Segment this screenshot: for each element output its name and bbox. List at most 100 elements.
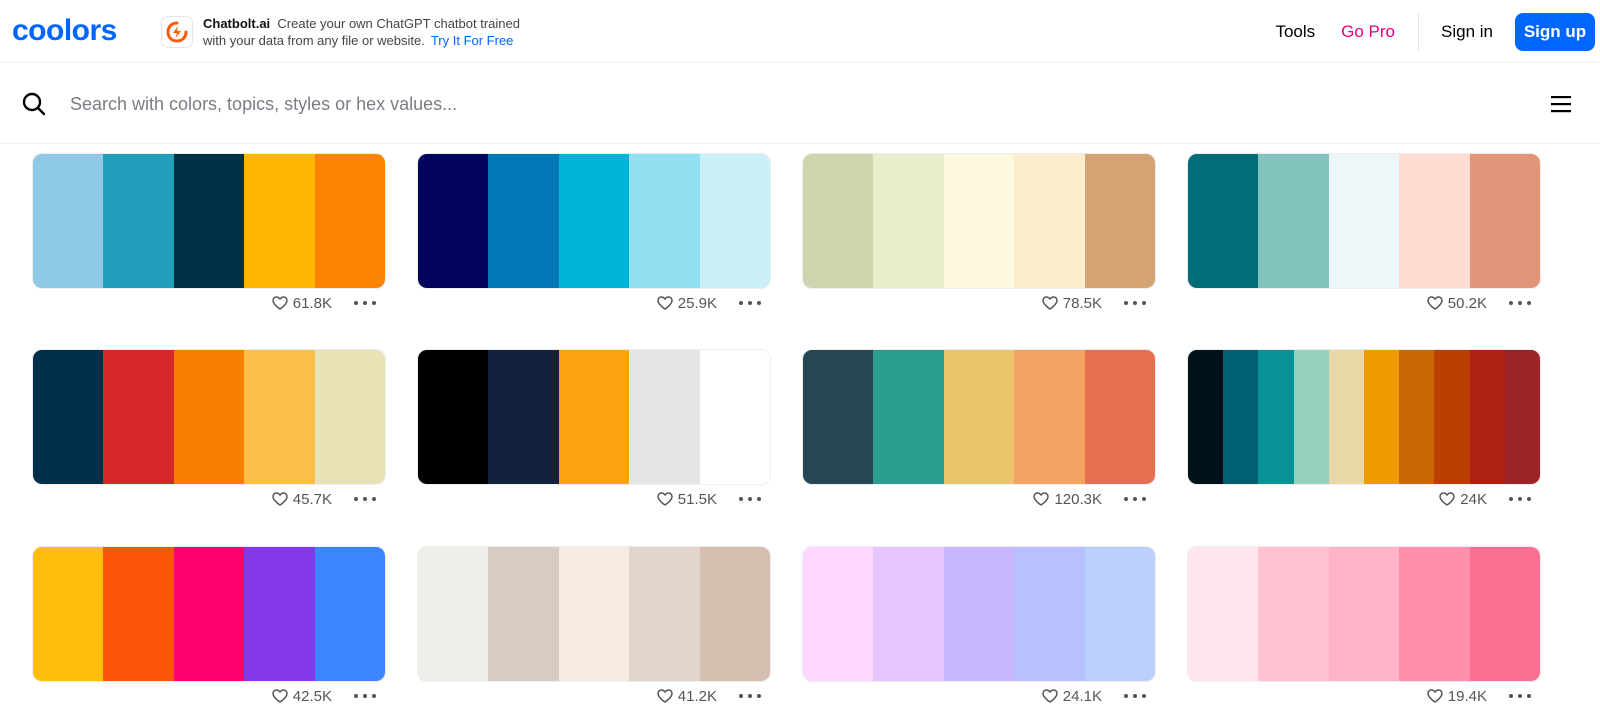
palette-swatch[interactable] xyxy=(488,547,559,681)
more-options-icon[interactable] xyxy=(739,293,761,313)
palette-swatch[interactable] xyxy=(173,154,245,288)
more-options-icon[interactable] xyxy=(354,293,376,313)
palette-swatch[interactable] xyxy=(1399,350,1435,484)
heart-icon[interactable] xyxy=(272,296,288,310)
palette-swatch[interactable] xyxy=(33,350,104,484)
palette-card[interactable] xyxy=(802,349,1156,485)
heart-icon[interactable] xyxy=(657,296,673,310)
palette-swatch[interactable] xyxy=(1188,547,1259,681)
palette-swatch[interactable] xyxy=(314,547,385,681)
palette-swatch[interactable] xyxy=(33,154,104,288)
palette-card[interactable] xyxy=(32,546,386,682)
palette-swatch[interactable] xyxy=(1364,350,1400,484)
palette-swatch[interactable] xyxy=(314,154,385,288)
more-options-icon[interactable] xyxy=(1124,489,1146,509)
more-options-icon[interactable] xyxy=(354,686,376,706)
palette-swatch[interactable] xyxy=(1293,350,1329,484)
heart-icon[interactable] xyxy=(657,689,673,703)
palette-card[interactable] xyxy=(1187,349,1541,485)
palette-swatch[interactable] xyxy=(1084,350,1155,484)
palette-swatch[interactable] xyxy=(1014,154,1085,288)
sign-in-link[interactable]: Sign in xyxy=(1441,22,1493,42)
palette-swatch[interactable] xyxy=(103,154,174,288)
search-input[interactable] xyxy=(70,90,970,118)
palette-swatch[interactable] xyxy=(1469,547,1540,681)
palette-card[interactable] xyxy=(32,153,386,289)
heart-icon[interactable] xyxy=(1427,689,1443,703)
palette-swatch[interactable] xyxy=(1084,547,1155,681)
heart-icon[interactable] xyxy=(1042,296,1058,310)
palette-swatch[interactable] xyxy=(418,350,489,484)
more-options-icon[interactable] xyxy=(739,489,761,509)
search-icon[interactable] xyxy=(22,92,46,121)
more-options-icon[interactable] xyxy=(1509,686,1531,706)
heart-icon[interactable] xyxy=(272,689,288,703)
palette-swatch[interactable] xyxy=(803,547,874,681)
palette-card[interactable] xyxy=(417,546,771,682)
heart-icon[interactable] xyxy=(657,492,673,506)
palette-card[interactable] xyxy=(1187,153,1541,289)
palette-swatch[interactable] xyxy=(244,547,315,681)
more-options-icon[interactable] xyxy=(1124,686,1146,706)
sign-up-button[interactable]: Sign up xyxy=(1515,12,1595,51)
palette-swatch[interactable] xyxy=(629,547,700,681)
palette-swatch[interactable] xyxy=(803,154,874,288)
palette-swatch[interactable] xyxy=(418,154,489,288)
palette-swatch[interactable] xyxy=(1328,350,1365,484)
palette-card[interactable] xyxy=(32,349,386,485)
heart-icon[interactable] xyxy=(1439,492,1456,506)
palette-swatch[interactable] xyxy=(1258,154,1329,288)
palette-swatch[interactable] xyxy=(1014,350,1085,484)
nav-tools[interactable]: Tools xyxy=(1275,22,1315,42)
hamburger-menu-icon[interactable] xyxy=(1550,94,1572,119)
palette-swatch[interactable] xyxy=(1223,350,1259,484)
palette-swatch[interactable] xyxy=(418,547,489,681)
palette-swatch[interactable] xyxy=(244,154,315,288)
coolors-logo[interactable]: coolors xyxy=(12,14,134,48)
palette-swatch[interactable] xyxy=(943,350,1015,484)
palette-swatch[interactable] xyxy=(244,350,315,484)
palette-swatch[interactable] xyxy=(699,154,770,288)
more-options-icon[interactable] xyxy=(1124,293,1146,313)
palette-swatch[interactable] xyxy=(1328,154,1400,288)
palette-swatch[interactable] xyxy=(558,547,630,681)
palette-card[interactable] xyxy=(802,153,1156,289)
sponsored-ad[interactable]: Chatbolt.ai Create your own ChatGPT chat… xyxy=(161,14,520,50)
palette-swatch[interactable] xyxy=(33,547,104,681)
palette-swatch[interactable] xyxy=(1399,154,1470,288)
palette-swatch[interactable] xyxy=(558,350,630,484)
palette-swatch[interactable] xyxy=(1084,154,1155,288)
heart-icon[interactable] xyxy=(272,492,288,506)
palette-swatch[interactable] xyxy=(173,547,245,681)
palette-swatch[interactable] xyxy=(943,547,1015,681)
palette-card[interactable] xyxy=(417,349,771,485)
palette-swatch[interactable] xyxy=(699,350,770,484)
palette-swatch[interactable] xyxy=(1504,350,1540,484)
palette-swatch[interactable] xyxy=(1188,350,1224,484)
palette-swatch[interactable] xyxy=(1258,350,1294,484)
palette-swatch[interactable] xyxy=(1014,547,1085,681)
palette-swatch[interactable] xyxy=(943,154,1015,288)
more-options-icon[interactable] xyxy=(1509,293,1531,313)
more-options-icon[interactable] xyxy=(739,686,761,706)
palette-swatch[interactable] xyxy=(873,154,944,288)
palette-card[interactable] xyxy=(1187,546,1541,682)
palette-swatch[interactable] xyxy=(314,350,385,484)
palette-swatch[interactable] xyxy=(1469,154,1540,288)
nav-go-pro[interactable]: Go Pro xyxy=(1341,22,1395,42)
palette-swatch[interactable] xyxy=(803,350,874,484)
more-options-icon[interactable] xyxy=(354,489,376,509)
palette-swatch[interactable] xyxy=(488,350,559,484)
palette-swatch[interactable] xyxy=(103,547,174,681)
palette-swatch[interactable] xyxy=(488,154,559,288)
ad-cta-link[interactable]: Try It For Free xyxy=(431,33,514,48)
palette-swatch[interactable] xyxy=(1469,350,1505,484)
heart-icon[interactable] xyxy=(1033,492,1050,506)
palette-swatch[interactable] xyxy=(558,154,630,288)
heart-icon[interactable] xyxy=(1042,689,1058,703)
palette-swatch[interactable] xyxy=(629,154,700,288)
palette-swatch[interactable] xyxy=(699,547,770,681)
palette-swatch[interactable] xyxy=(1328,547,1400,681)
more-options-icon[interactable] xyxy=(1509,489,1531,509)
palette-card[interactable] xyxy=(802,546,1156,682)
